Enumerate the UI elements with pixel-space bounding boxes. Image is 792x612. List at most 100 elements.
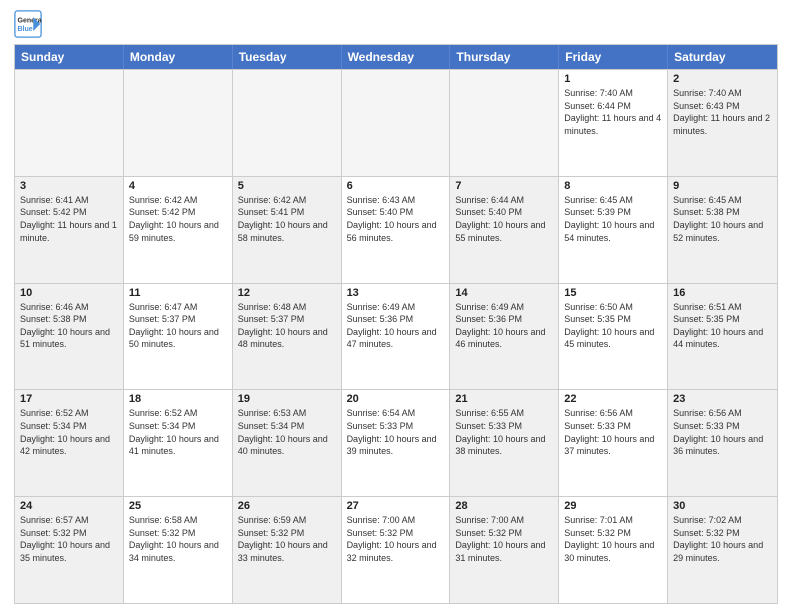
day-info: Sunrise: 6:56 AM Sunset: 5:33 PM Dayligh… (564, 407, 662, 457)
cal-cell-20: 20 Sunrise: 6:54 AM Sunset: 5:33 PM Dayli… (342, 390, 451, 496)
day-info: Sunrise: 7:01 AM Sunset: 5:32 PM Dayligh… (564, 514, 662, 564)
day-number: 28 (455, 500, 553, 512)
day-number: 21 (455, 393, 553, 405)
cal-cell-4: 4Sunrise: 6:42 AM Sunset: 5:42 PM Daylig… (124, 177, 233, 283)
svg-text:Blue: Blue (18, 26, 33, 33)
calendar: SundayMondayTuesdayWednesdayThursdayFrid… (14, 44, 778, 604)
weekday-header-sunday: Sunday (15, 45, 124, 69)
calendar-row-3: 17 Sunrise: 6:52 AM Sunset: 5:34 PM Dayli… (15, 389, 777, 496)
day-number: 6 (347, 180, 445, 192)
day-number: 20 (347, 393, 445, 405)
day-info: Sunrise: 6:44 AM Sunset: 5:40 PM Dayligh… (455, 194, 553, 244)
day-number: 19 (238, 393, 336, 405)
day-info: Sunrise: 6:51 AM Sunset: 5:35 PM Dayligh… (673, 301, 772, 351)
day-info: Sunrise: 6:52 AM Sunset: 5:34 PM Dayligh… (129, 407, 227, 457)
cal-cell-23: 23 Sunrise: 6:56 AM Sunset: 5:33 PM Dayli… (668, 390, 777, 496)
cal-cell-empty-0-3 (342, 70, 451, 176)
cal-cell-27: 27 Sunrise: 7:00 AM Sunset: 5:32 PM Dayli… (342, 497, 451, 603)
logo-icon: General Blue (14, 10, 42, 38)
day-number: 27 (347, 500, 445, 512)
calendar-body: 1 Sunrise: 7:40 AM Sunset: 6:44 PM Daylig… (15, 69, 777, 603)
cal-cell-29: 29Sunrise: 7:01 AM Sunset: 5:32 PM Dayli… (559, 497, 668, 603)
cal-cell-9: 9 Sunrise: 6:45 AM Sunset: 5:38 PM Daylig… (668, 177, 777, 283)
day-info: Sunrise: 6:54 AM Sunset: 5:33 PM Dayligh… (347, 407, 445, 457)
cal-cell-1: 1 Sunrise: 7:40 AM Sunset: 6:44 PM Daylig… (559, 70, 668, 176)
calendar-header: SundayMondayTuesdayWednesdayThursdayFrid… (15, 45, 777, 69)
cal-cell-6: 6 Sunrise: 6:43 AM Sunset: 5:40 PM Daylig… (342, 177, 451, 283)
cal-cell-empty-0-2 (233, 70, 342, 176)
day-info: Sunrise: 6:58 AM Sunset: 5:32 PM Dayligh… (129, 514, 227, 564)
cal-cell-empty-0-0 (15, 70, 124, 176)
day-number: 7 (455, 180, 553, 192)
day-info: Sunrise: 6:55 AM Sunset: 5:33 PM Dayligh… (455, 407, 553, 457)
weekday-header-monday: Monday (124, 45, 233, 69)
day-number: 12 (238, 287, 336, 299)
day-info: Sunrise: 6:47 AM Sunset: 5:37 PM Dayligh… (129, 301, 227, 351)
cal-cell-30: 30Sunrise: 7:02 AM Sunset: 5:32 PM Dayli… (668, 497, 777, 603)
day-info: Sunrise: 6:48 AM Sunset: 5:37 PM Dayligh… (238, 301, 336, 351)
day-number: 25 (129, 500, 227, 512)
day-info: Sunrise: 6:46 AM Sunset: 5:38 PM Dayligh… (20, 301, 118, 351)
header: General Blue (14, 10, 778, 38)
calendar-row-0: 1 Sunrise: 7:40 AM Sunset: 6:44 PM Daylig… (15, 69, 777, 176)
calendar-row-2: 10 Sunrise: 6:46 AM Sunset: 5:38 PM Dayli… (15, 283, 777, 390)
cal-cell-8: 8Sunrise: 6:45 AM Sunset: 5:39 PM Daylig… (559, 177, 668, 283)
cal-cell-7: 7 Sunrise: 6:44 AM Sunset: 5:40 PM Daylig… (450, 177, 559, 283)
day-info: Sunrise: 7:00 AM Sunset: 5:32 PM Dayligh… (347, 514, 445, 564)
day-number: 15 (564, 287, 662, 299)
day-info: Sunrise: 7:00 AM Sunset: 5:32 PM Dayligh… (455, 514, 553, 564)
day-number: 24 (20, 500, 118, 512)
weekday-header-friday: Friday (559, 45, 668, 69)
day-number: 1 (564, 73, 662, 85)
cal-cell-28: 28 Sunrise: 7:00 AM Sunset: 5:32 PM Dayli… (450, 497, 559, 603)
cal-cell-25: 25 Sunrise: 6:58 AM Sunset: 5:32 PM Dayli… (124, 497, 233, 603)
cal-cell-5: 5 Sunrise: 6:42 AM Sunset: 5:41 PM Daylig… (233, 177, 342, 283)
cal-cell-19: 19 Sunrise: 6:53 AM Sunset: 5:34 PM Dayli… (233, 390, 342, 496)
cal-cell-12: 12 Sunrise: 6:48 AM Sunset: 5:37 PM Dayli… (233, 284, 342, 390)
day-info: Sunrise: 7:40 AM Sunset: 6:43 PM Dayligh… (673, 87, 772, 137)
day-info: Sunrise: 6:53 AM Sunset: 5:34 PM Dayligh… (238, 407, 336, 457)
day-number: 8 (564, 180, 662, 192)
day-number: 9 (673, 180, 772, 192)
cal-cell-15: 15Sunrise: 6:50 AM Sunset: 5:35 PM Dayli… (559, 284, 668, 390)
cal-cell-2: 2 Sunrise: 7:40 AM Sunset: 6:43 PM Daylig… (668, 70, 777, 176)
day-number: 5 (238, 180, 336, 192)
day-number: 17 (20, 393, 118, 405)
cal-cell-13: 13 Sunrise: 6:49 AM Sunset: 5:36 PM Dayli… (342, 284, 451, 390)
weekday-header-saturday: Saturday (668, 45, 777, 69)
day-number: 3 (20, 180, 118, 192)
day-number: 2 (673, 73, 772, 85)
day-number: 11 (129, 287, 227, 299)
cal-cell-24: 24 Sunrise: 6:57 AM Sunset: 5:32 PM Dayli… (15, 497, 124, 603)
cal-cell-14: 14 Sunrise: 6:49 AM Sunset: 5:36 PM Dayli… (450, 284, 559, 390)
day-number: 16 (673, 287, 772, 299)
day-info: Sunrise: 7:40 AM Sunset: 6:44 PM Dayligh… (564, 87, 662, 137)
day-info: Sunrise: 6:57 AM Sunset: 5:32 PM Dayligh… (20, 514, 118, 564)
day-info: Sunrise: 6:43 AM Sunset: 5:40 PM Dayligh… (347, 194, 445, 244)
day-info: Sunrise: 6:45 AM Sunset: 5:38 PM Dayligh… (673, 194, 772, 244)
day-number: 14 (455, 287, 553, 299)
day-number: 22 (564, 393, 662, 405)
cal-cell-11: 11 Sunrise: 6:47 AM Sunset: 5:37 PM Dayli… (124, 284, 233, 390)
cal-cell-empty-0-1 (124, 70, 233, 176)
calendar-row-1: 3Sunrise: 6:41 AM Sunset: 5:42 PM Daylig… (15, 176, 777, 283)
cal-cell-10: 10 Sunrise: 6:46 AM Sunset: 5:38 PM Dayli… (15, 284, 124, 390)
day-number: 10 (20, 287, 118, 299)
day-info: Sunrise: 6:52 AM Sunset: 5:34 PM Dayligh… (20, 407, 118, 457)
logo: General Blue (14, 10, 46, 38)
cal-cell-empty-0-4 (450, 70, 559, 176)
day-number: 26 (238, 500, 336, 512)
day-number: 13 (347, 287, 445, 299)
day-info: Sunrise: 6:56 AM Sunset: 5:33 PM Dayligh… (673, 407, 772, 457)
page: General Blue SundayMondayTuesdayWednesda… (0, 0, 792, 612)
day-info: Sunrise: 6:49 AM Sunset: 5:36 PM Dayligh… (347, 301, 445, 351)
day-info: Sunrise: 6:49 AM Sunset: 5:36 PM Dayligh… (455, 301, 553, 351)
day-info: Sunrise: 7:02 AM Sunset: 5:32 PM Dayligh… (673, 514, 772, 564)
day-number: 18 (129, 393, 227, 405)
day-number: 4 (129, 180, 227, 192)
weekday-header-wednesday: Wednesday (342, 45, 451, 69)
day-info: Sunrise: 6:42 AM Sunset: 5:41 PM Dayligh… (238, 194, 336, 244)
weekday-header-tuesday: Tuesday (233, 45, 342, 69)
cal-cell-26: 26Sunrise: 6:59 AM Sunset: 5:32 PM Dayli… (233, 497, 342, 603)
day-number: 23 (673, 393, 772, 405)
